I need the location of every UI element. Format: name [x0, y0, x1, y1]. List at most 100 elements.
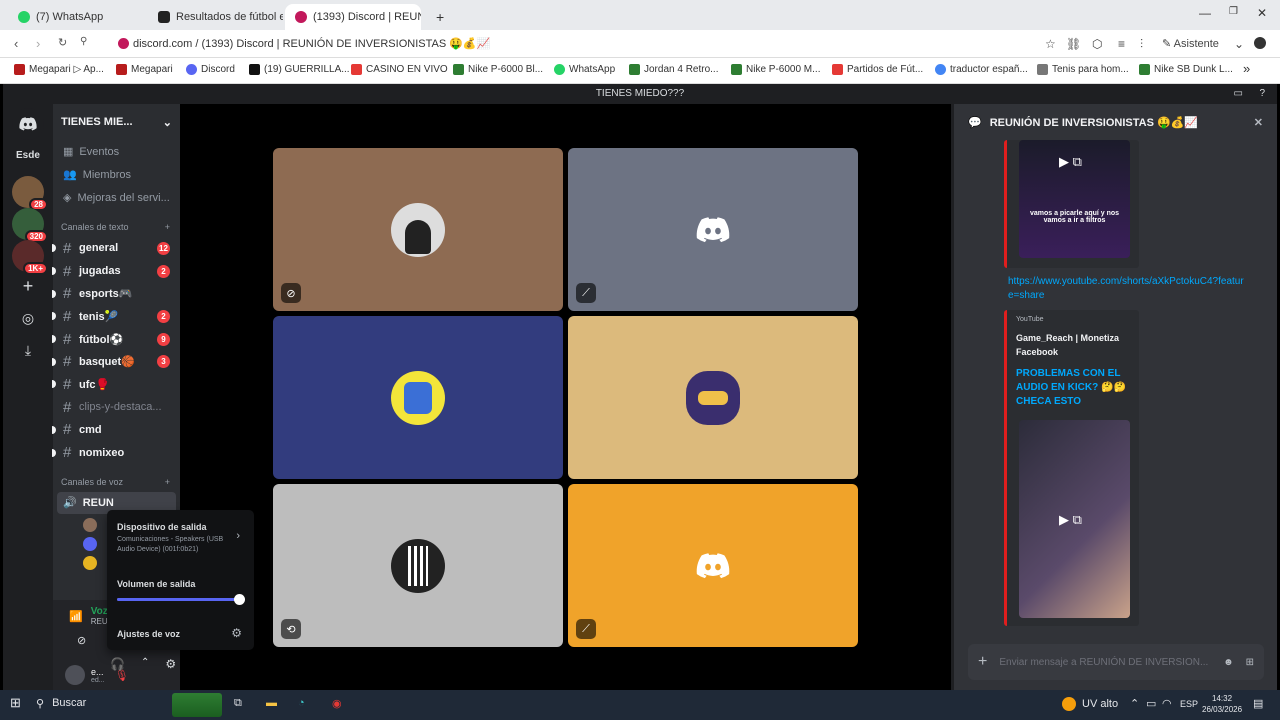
channel-item[interactable]: # tenis🎾 2 — [52, 305, 180, 328]
forward-icon[interactable]: › — [36, 36, 40, 51]
channel-item[interactable]: # general 12 — [52, 237, 180, 260]
wifi-icon[interactable]: ◠ — [1162, 697, 1172, 710]
apps-icon[interactable]: ⊞ — [1246, 657, 1254, 668]
video-thumbnail[interactable]: ▶ ⧉ — [1019, 420, 1130, 618]
video-thumbnail[interactable]: ▶ ⧉ vamos a picarle aquí y nos vamos a i… — [1019, 140, 1130, 258]
site-info-icon[interactable]: ⚲ — [80, 36, 87, 47]
bookmark[interactable]: Partidos de Fút... — [832, 64, 923, 75]
star-icon[interactable]: ☆ — [1045, 37, 1056, 51]
channel-item[interactable]: # clips-y-destaca... — [53, 396, 180, 419]
participant-tile[interactable]: ⟋ — [568, 484, 858, 647]
server-header[interactable]: TIENES MIE... ⌄ — [53, 104, 180, 140]
chevron-up-icon[interactable]: ⌃ — [141, 657, 149, 671]
embed-author[interactable]: Game_Reach | Monetiza Facebook — [1007, 323, 1139, 359]
add-channel-icon[interactable]: + — [165, 222, 170, 232]
channel-item[interactable]: # fútbol⚽ 9 — [52, 328, 180, 351]
camera-off-icon[interactable]: ⊘ — [77, 634, 86, 647]
bookmark[interactable]: Tenis para hom... — [1037, 64, 1129, 75]
server-icon[interactable]: 1K+ — [12, 240, 48, 275]
channel-item[interactable]: # cmd — [52, 419, 180, 442]
tab-futbol[interactable]: Resultados de fútbol en vi — [148, 4, 283, 30]
url-field[interactable]: discord.com / (1393) Discord | REUNIÓN D… — [118, 37, 490, 50]
link-icon[interactable]: ⛓ — [1066, 37, 1081, 51]
embed-title[interactable]: PROBLEMAS CON EL AUDIO EN KICK? 🤔🤔 CHECA… — [1007, 359, 1139, 409]
tab-discord[interactable]: (1393) Discord | REUNIÓN ✕ — [285, 4, 421, 30]
avatar[interactable] — [83, 517, 97, 532]
chevron-down-icon[interactable]: ⌄ — [1234, 37, 1244, 51]
bookmark[interactable]: Discord — [186, 64, 235, 75]
discord-home-icon[interactable] — [12, 108, 44, 140]
search-box[interactable]: ⚲ Buscar — [36, 697, 86, 710]
network-icon[interactable]: ▭ — [1146, 697, 1156, 710]
headphones-icon[interactable]: 🎧 — [110, 657, 125, 671]
close-icon[interactable]: ✕ — [1254, 116, 1263, 129]
bookmark[interactable]: Megapari ▷ Ap... — [14, 64, 104, 75]
bookmark[interactable]: Nike SB Dunk L... — [1139, 64, 1233, 75]
add-channel-icon[interactable]: + — [165, 477, 170, 487]
bookmark[interactable]: (19) GUERRILLA... — [249, 64, 350, 75]
dm-label[interactable]: Esde — [16, 150, 40, 161]
restore-icon[interactable]: ❐ — [1229, 6, 1238, 17]
bookmark[interactable]: WhatsApp — [554, 64, 615, 75]
inbox-icon[interactable]: ▭ — [1234, 84, 1243, 104]
signal-icon[interactable]: 📶 — [69, 610, 83, 623]
participant-tile[interactable]: ⟋ — [568, 148, 858, 311]
gear-icon[interactable]: ⚙ — [231, 626, 242, 640]
bookmarks-overflow[interactable]: » — [1243, 61, 1250, 76]
help-icon[interactable]: ? — [1259, 84, 1265, 104]
emoji-icon[interactable]: ☻ — [1223, 657, 1234, 668]
opera-icon[interactable]: ◉ — [332, 697, 342, 710]
equalizer-icon[interactable]: ⫶ — [1140, 37, 1143, 52]
participant-tile[interactable]: ⊘ — [273, 148, 563, 311]
bookmark[interactable]: Megapari — [116, 64, 173, 75]
menu-mejoras[interactable]: ◈ Mejoras del servi... — [53, 186, 180, 209]
avatar[interactable] — [83, 536, 97, 551]
server-icon[interactable]: 28 — [12, 176, 48, 211]
bookmark[interactable]: Jordan 4 Retro... — [629, 64, 718, 75]
gear-icon[interactable]: ⚙ — [165, 657, 176, 671]
avatar[interactable] — [65, 665, 85, 685]
chevron-up-icon[interactable]: ⌃ — [1130, 697, 1139, 710]
text-category[interactable]: Canales de texto + — [53, 217, 180, 237]
channel-item[interactable]: # jugadas 2 — [52, 260, 180, 283]
windows-icon[interactable]: ⊞ — [10, 695, 21, 711]
menu-miembros[interactable]: 👥 Miembros — [53, 163, 180, 186]
explore-icon[interactable]: ◎ — [12, 302, 44, 334]
add-attachment-icon[interactable]: + — [978, 653, 987, 671]
play-icon[interactable]: ▶ ⧉ — [1059, 154, 1082, 170]
add-server-icon[interactable]: + — [12, 270, 44, 302]
reload-icon[interactable]: ↻ — [58, 36, 67, 49]
avatar[interactable] — [83, 555, 97, 570]
channel-item[interactable]: # nomixeo — [52, 441, 180, 464]
close-window-icon[interactable]: ✕ — [1257, 6, 1267, 20]
weather-widget[interactable]: UV alto — [1062, 697, 1118, 711]
bookmark[interactable]: traductor españ... — [935, 64, 1028, 75]
menu-eventos[interactable]: ▦ Eventos — [53, 140, 180, 163]
server-icon[interactable]: 320 — [12, 208, 48, 243]
widget-image[interactable] — [172, 693, 222, 717]
bookmark[interactable]: Nike P-6000 Bl... — [453, 64, 543, 75]
message-input[interactable]: + Enviar mensaje a REUNIÓN DE INVERSION.… — [968, 644, 1264, 680]
clock[interactable]: 14:32 26/03/2026 — [1202, 693, 1242, 715]
participant-tile[interactable] — [568, 316, 858, 479]
back-icon[interactable]: ‹ — [14, 36, 18, 51]
assistant-button[interactable]: ✎ Asistente — [1162, 37, 1219, 50]
profile-icon[interactable] — [1254, 37, 1266, 49]
participant-tile[interactable]: ⟲ — [273, 484, 563, 647]
voice-category[interactable]: Canales de voz + — [53, 472, 180, 492]
edge-icon[interactable]: ◔ — [298, 697, 305, 709]
minimize-icon[interactable]: — — [1199, 6, 1211, 20]
download-icon[interactable]: ⤓ — [12, 334, 44, 366]
chevron-right-icon[interactable]: › — [236, 530, 240, 542]
channel-item[interactable]: # ufc🥊 — [52, 373, 180, 396]
play-icon[interactable]: ▶ ⧉ — [1059, 512, 1082, 528]
volume-knob[interactable] — [234, 594, 245, 605]
language-indicator[interactable]: ESP — [1180, 699, 1198, 709]
participant-tile[interactable] — [273, 316, 563, 479]
file-explorer-icon[interactable]: ▬ — [266, 697, 277, 709]
voice-settings-link[interactable]: Ajustes de voz — [117, 629, 180, 639]
output-device-title[interactable]: Dispositivo de salida — [117, 522, 207, 532]
message-link[interactable]: https://www.youtube.com/shorts/aXkPctoku… — [1008, 275, 1248, 303]
bookmark[interactable]: CASINO EN VIVO — [351, 64, 448, 75]
extensions-icon[interactable]: ⬡ — [1092, 37, 1102, 51]
